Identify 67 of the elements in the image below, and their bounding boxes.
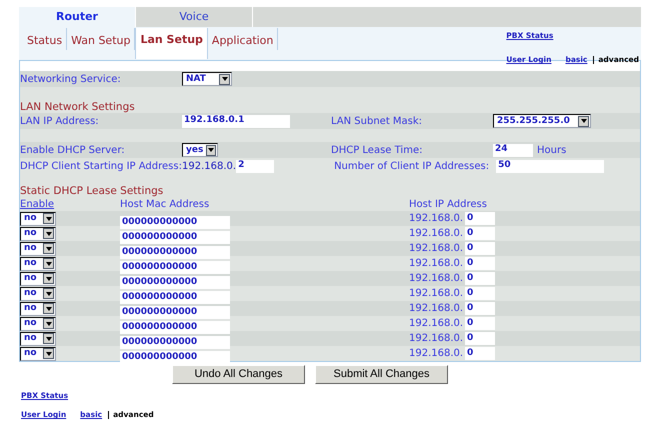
sub-tab[interactable]: Application	[208, 28, 278, 50]
mac-field[interactable]: 000000000000	[120, 350, 230, 364]
field-label: LAN IP Address:	[20, 114, 100, 128]
subnet-mask-select[interactable]: 255.255.255.0	[493, 114, 591, 128]
enable-select[interactable]: no	[20, 286, 56, 300]
unit-label: Hours	[537, 144, 566, 158]
enable-select[interactable]: no	[20, 256, 56, 270]
mac-field[interactable]: 000000000000	[120, 290, 230, 304]
ip-field[interactable]: 0	[465, 302, 495, 315]
networking-select[interactable]: NAT	[182, 72, 232, 86]
input-field[interactable]: 192.168.0.1	[182, 114, 290, 128]
ip-field[interactable]: 0	[465, 272, 495, 285]
column-header: Host Mac Address	[120, 198, 210, 212]
mac-field[interactable]: 000000000000	[120, 260, 230, 274]
enable-select[interactable]: no	[20, 346, 56, 360]
ip-field[interactable]: 0	[465, 227, 495, 240]
enable-select[interactable]: no	[20, 212, 56, 226]
dhcp-select[interactable]: yes	[182, 143, 218, 157]
ip-field[interactable]: 0	[465, 347, 495, 360]
top-tab[interactable]: Router	[19, 7, 136, 27]
mac-field[interactable]: 000000000000	[120, 320, 230, 334]
mac-field[interactable]: 000000000000	[120, 336, 230, 349]
ip-prefix: 192.168.0.	[182, 160, 236, 174]
field-label: Networking Service:	[20, 72, 122, 86]
field-label: Enable DHCP Server:	[20, 144, 126, 158]
enable-select[interactable]: no	[20, 272, 56, 286]
mac-field[interactable]: 000000000000	[120, 246, 230, 259]
enable-select[interactable]: no	[20, 316, 56, 330]
ip-prefix: 192.168.0.	[409, 242, 464, 256]
enable-select[interactable]: no	[20, 302, 56, 316]
input-field[interactable]: 50	[496, 160, 604, 172]
ip-field[interactable]: 0	[465, 212, 495, 225]
enable-select[interactable]: no	[20, 242, 56, 256]
top-tab[interactable]: Voice	[136, 7, 253, 27]
action-button[interactable]: Undo All Changes	[172, 365, 305, 384]
mac-field[interactable]: 000000000000	[120, 230, 230, 244]
input-field[interactable]: 24	[493, 144, 533, 156]
ip-prefix: 192.168.0.	[409, 272, 464, 286]
mac-field[interactable]: 000000000000	[120, 216, 230, 229]
column-header: Host IP Address	[409, 198, 487, 212]
ip-prefix: 192.168.0.	[409, 257, 464, 271]
field-label: DHCP Lease Time:	[331, 144, 424, 158]
section-heading: Static DHCP Lease Settings	[20, 185, 164, 198]
field-label: LAN Subnet Mask:	[331, 114, 424, 128]
ip-field[interactable]: 0	[465, 257, 495, 270]
ip-prefix: 192.168.0.	[409, 347, 464, 361]
ip-field[interactable]: 0	[465, 332, 495, 345]
mac-field[interactable]: 000000000000	[120, 276, 230, 289]
ip-prefix: 192.168.0.	[409, 212, 464, 226]
ip-field[interactable]: 0	[465, 317, 495, 330]
sub-tab[interactable]: Lan Setup	[135, 28, 208, 59]
ip-field[interactable]: 0	[465, 287, 495, 300]
input-field[interactable]: 2	[236, 160, 274, 172]
enable-select[interactable]: no	[20, 226, 56, 240]
sub-tab[interactable]: Status	[23, 28, 68, 50]
column-header: Enable	[20, 198, 56, 212]
enable-select[interactable]: no	[20, 332, 56, 346]
ip-prefix: 192.168.0.	[409, 317, 464, 331]
field-label: DHCP Client Starting IP Address:	[20, 160, 182, 174]
ip-prefix: 192.168.0.	[409, 227, 464, 241]
ip-field[interactable]: 0	[465, 242, 495, 255]
field-label: Number of Client IP Addresses:	[334, 160, 490, 174]
mac-field[interactable]: 000000000000	[120, 306, 230, 319]
ip-prefix: 192.168.0.	[409, 287, 464, 301]
ip-prefix: 192.168.0.	[409, 302, 464, 316]
ip-prefix: 192.168.0.	[409, 332, 464, 346]
action-button[interactable]: Submit All Changes	[315, 365, 448, 384]
